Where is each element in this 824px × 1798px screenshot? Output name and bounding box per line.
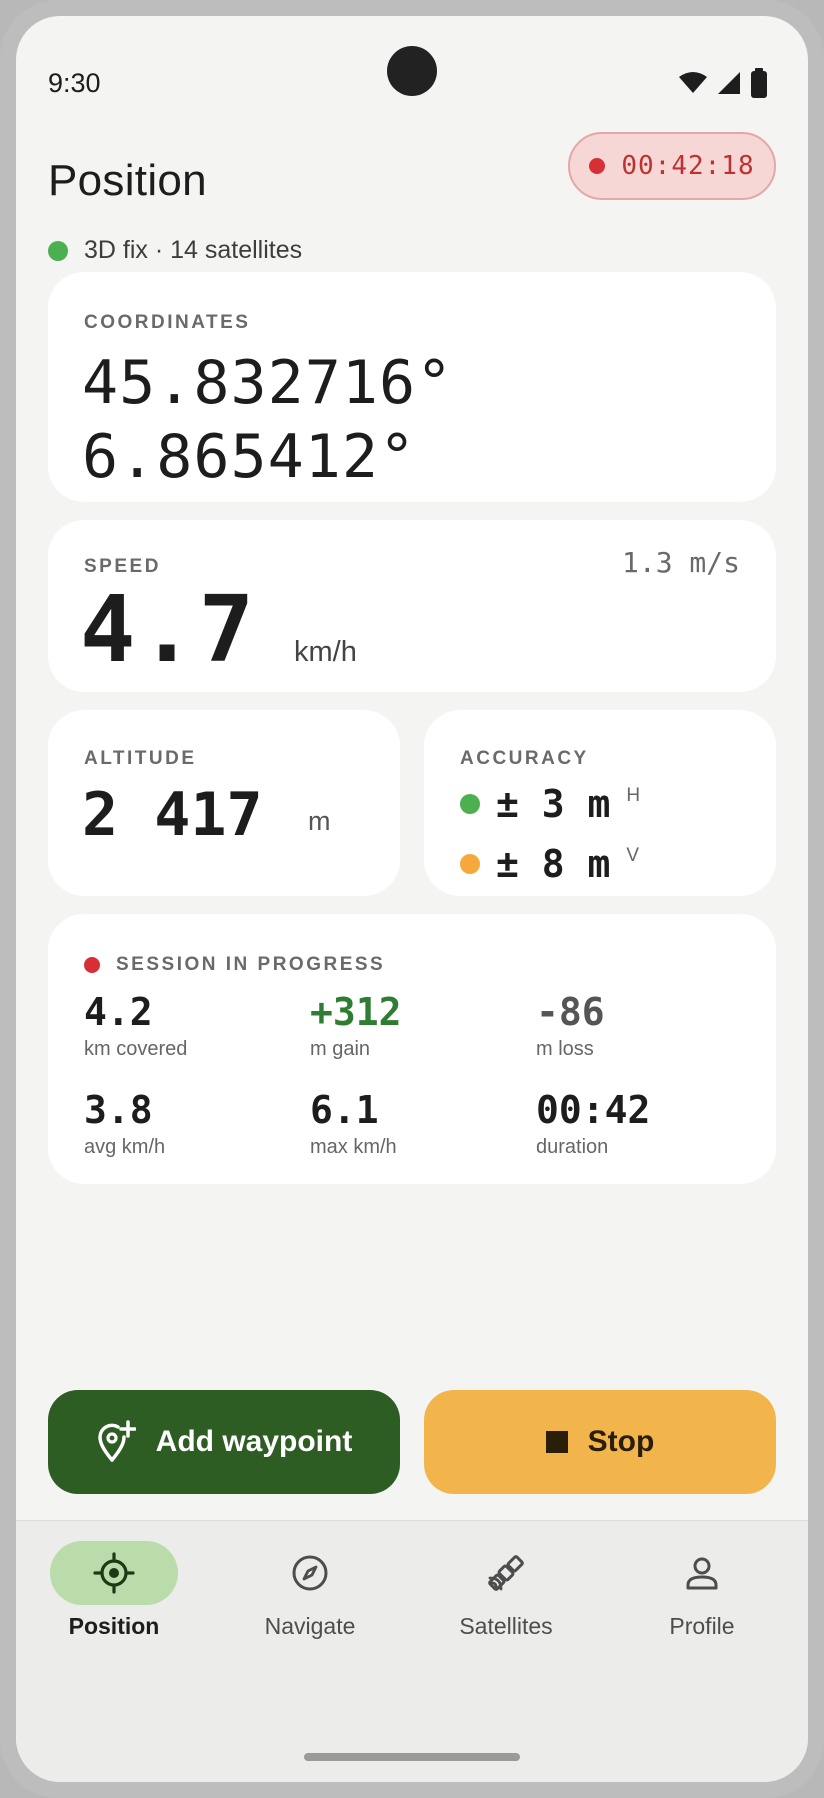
stat-label: max km/h [310,1136,397,1158]
recording-time: 00:42:18 [621,151,755,181]
stat-label: duration [536,1136,609,1158]
nav-item-profile[interactable]: Profile [604,1541,800,1640]
horizontal-axis-label: H [626,785,641,806]
stop-label: Stop [587,1425,655,1458]
stat-max-speed: 6.1 max km/h [310,1088,397,1159]
horizontal-accuracy-dot-icon [460,794,480,814]
accuracy-vertical: ± 8 m V [460,842,639,886]
status-time: 9:30 [48,68,101,98]
status-bar: 9:30 [16,16,808,126]
stat-value: 3.8 [84,1088,153,1132]
stat-duration: 00:42 duration [536,1088,650,1159]
fix-status-text: 3D fix · 14 satellites [84,236,303,264]
battery-icon [751,68,767,98]
horizontal-accuracy-value: ± 3 m [496,782,611,826]
stat-value: -86 [536,990,605,1034]
stat-value: +312 [310,990,402,1034]
speed-secondary: 1.3 m/s [621,546,740,579]
coordinates-label: COORDINATES [84,312,251,333]
coordinates-card: COORDINATES 45.832716° 6.865412° [48,272,776,502]
accuracy-card: ACCURACY ± 3 m H ± 8 m V [424,710,776,896]
nav-label: Position [68,1613,160,1639]
altitude-label: ALTITUDE [84,748,197,769]
vertical-accuracy-dot-icon [460,854,480,874]
speed-label: SPEED [84,556,161,577]
longitude-value: 6.865412° [82,422,417,492]
satellite-icon [488,1555,524,1591]
stat-value: 4.2 [84,990,153,1034]
add-waypoint-button[interactable]: Add waypoint [48,1390,400,1494]
stop-button[interactable]: Stop [424,1390,776,1494]
person-icon [686,1557,718,1590]
stat-label: m loss [536,1038,594,1060]
session-card: SESSION IN PROGRESS 4.2 km covered +312 … [48,914,776,1184]
nav-label: Profile [669,1613,735,1639]
bottom-navigation: Position Navigate Satellites Profile [16,1520,808,1782]
stat-label: avg km/h [84,1136,166,1158]
nav-active-indicator [50,1541,178,1605]
stat-label: m gain [310,1038,371,1060]
stop-icon [545,1431,568,1453]
stat-avg-speed: 3.8 avg km/h [84,1088,165,1159]
altitude-card: ALTITUDE 2 417 m [48,710,400,896]
altitude-value: 2 417 [82,780,263,850]
page-title: Position [48,156,207,205]
add-waypoint-label: Add waypoint [155,1425,353,1458]
stat-distance: 4.2 km covered [84,990,187,1061]
nav-item-position[interactable]: Position [16,1541,212,1640]
session-label: SESSION IN PROGRESS [116,954,386,975]
accuracy-label: ACCURACY [460,748,589,769]
speed-unit: km/h [294,636,357,668]
fix-status-dot-icon [48,240,68,261]
signal-icon [718,72,740,94]
nav-item-satellites[interactable]: Satellites [408,1541,604,1640]
speed-card: SPEED 1.3 m/s 4.7 km/h [48,520,776,692]
add-location-icon [97,1420,136,1462]
device-frame: 9:30 Position 00:42:18 3D fix · 14 satel… [0,0,824,1798]
stat-value: 6.1 [310,1088,379,1132]
nav-icon-wrap [442,1541,570,1605]
home-indicator[interactable] [304,1753,520,1761]
latitude-value: 45.832716° [82,348,454,418]
nav-label: Satellites [459,1613,553,1639]
vertical-axis-label: V [626,845,640,866]
nav-icon-wrap [638,1541,766,1605]
crosshair-icon [93,1552,135,1594]
altitude-unit: m [308,806,331,836]
wifi-icon [679,72,707,93]
accuracy-horizontal: ± 3 m H [460,782,640,826]
gps-fix-status: 3D fix · 14 satellites [48,236,302,265]
screen: 9:30 Position 00:42:18 3D fix · 14 satel… [16,16,808,1782]
status-icons [678,68,768,98]
compass-icon [292,1555,328,1591]
stat-value: 00:42 [536,1088,651,1132]
stat-gain: +312 m gain [310,990,402,1061]
stat-loss: -86 m loss [536,990,605,1061]
session-header: SESSION IN PROGRESS [84,954,385,976]
nav-label: Navigate [264,1613,356,1639]
session-recording-dot-icon [84,957,100,973]
speed-value: 4.7 [80,576,259,683]
recording-dot-icon [589,158,606,174]
recording-timer-badge[interactable]: 00:42:18 [568,132,776,200]
nav-icon-wrap [246,1541,374,1605]
stat-label: km covered [84,1038,188,1060]
vertical-accuracy-value: ± 8 m [496,842,611,886]
camera-cutout [387,46,437,96]
nav-item-navigate[interactable]: Navigate [212,1541,408,1640]
